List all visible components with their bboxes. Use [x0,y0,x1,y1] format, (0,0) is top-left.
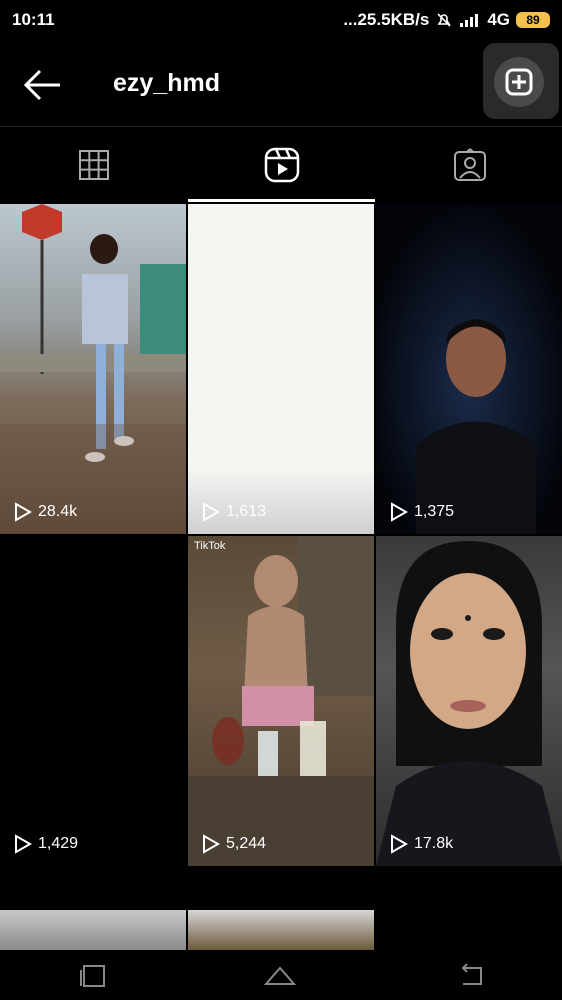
signal-icon [460,14,479,27]
system-nav-bar [0,950,562,1000]
profile-header: ezy_hmd [0,43,562,125]
create-button[interactable] [494,57,544,107]
reel-6-image [376,541,562,866]
reel-thumbnail[interactable]: TikTok 5,244 [188,536,374,866]
recent-apps-icon [80,965,105,987]
back-button[interactable] [440,960,500,990]
battery-icon: 89 [516,12,550,28]
network-type: 4G [487,10,510,29]
home-icon [263,966,297,985]
play-icon [391,502,408,522]
reel-thumbnail[interactable]: 1,613 [188,204,374,534]
profile-tabs [0,127,562,202]
bell-off-icon [437,13,451,27]
recent-apps-button[interactable] [63,960,123,990]
play-icon [391,834,408,854]
reel-thumbnail[interactable]: 1,429 [0,536,186,866]
status-indicators: ...25.5KB/s 4G 89 [343,10,550,30]
status-time: 10:11 [12,10,55,29]
reel-thumbnail[interactable]: 17.8k [376,536,562,866]
tab-reels[interactable] [188,127,375,202]
plus-square-icon [505,68,533,96]
play-icon [203,502,220,522]
tab-grid[interactable] [0,127,187,202]
reel-3-image [376,204,562,534]
play-icon [203,834,220,854]
tiktok-watermark: TikTok [194,540,226,552]
play-icon [15,502,32,522]
tagged-person-icon [453,147,486,181]
play-count: 1,613 [200,502,266,522]
back-arrow-icon[interactable] [22,67,62,103]
play-count: 1,375 [388,502,454,522]
reel-1-image [0,204,186,534]
floating-add-overlay[interactable] [483,43,559,119]
reel-thumbnail[interactable]: 1,375 [376,204,562,534]
play-count: 5,244 [200,834,266,854]
play-count: 28.4k [12,502,77,522]
network-speed: ...25.5KB/s [343,10,430,29]
tab-tagged[interactable] [376,127,562,202]
reel-thumbnail-partial[interactable] [0,910,186,950]
home-button[interactable] [250,960,310,990]
play-count: 17.8k [388,834,453,854]
grid-icon [78,149,109,180]
reels-icon [264,147,299,182]
reel-thumbnail[interactable]: 28.4k [0,204,186,534]
back-nav-icon [461,963,482,985]
reel-5-image [188,536,374,866]
play-count: 1,429 [12,834,78,854]
profile-username: ezy_hmd [113,69,220,97]
play-icon [15,834,32,854]
status-bar: 10:11 ...25.5KB/s 4G 89 [0,0,562,40]
reel-thumbnail-partial[interactable] [188,910,374,950]
